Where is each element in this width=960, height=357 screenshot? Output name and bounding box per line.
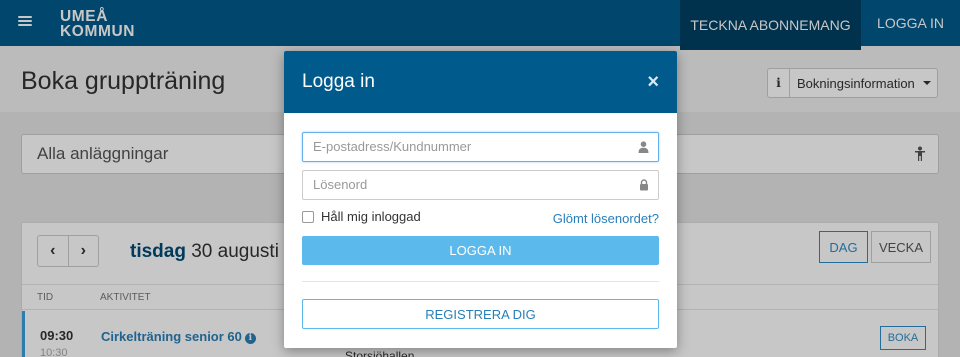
login-button[interactable]: LOGGA IN (302, 236, 659, 265)
remember-me[interactable]: Håll mig inloggad (302, 209, 421, 224)
user-icon (638, 141, 649, 153)
lock-icon (640, 179, 648, 191)
password-placeholder: Lösenord (313, 177, 368, 192)
email-field[interactable]: E-postadress/Kundnummer (302, 132, 659, 162)
password-field[interactable]: Lösenord (302, 170, 659, 200)
remember-me-checkbox[interactable] (302, 210, 314, 223)
remember-me-label: Håll mig inloggad (321, 209, 421, 224)
modal-title: Logga in (302, 71, 375, 92)
modal-divider (302, 281, 659, 282)
modal-header: Logga in × (284, 51, 677, 113)
login-modal: Logga in × E-postadress/Kundnummer Lösen… (284, 51, 677, 348)
close-icon[interactable]: × (647, 72, 659, 92)
register-button[interactable]: REGISTRERA DIG (302, 299, 659, 329)
email-placeholder: E-postadress/Kundnummer (313, 139, 472, 154)
forgot-password-link[interactable]: Glömt lösenordet? (553, 211, 659, 226)
